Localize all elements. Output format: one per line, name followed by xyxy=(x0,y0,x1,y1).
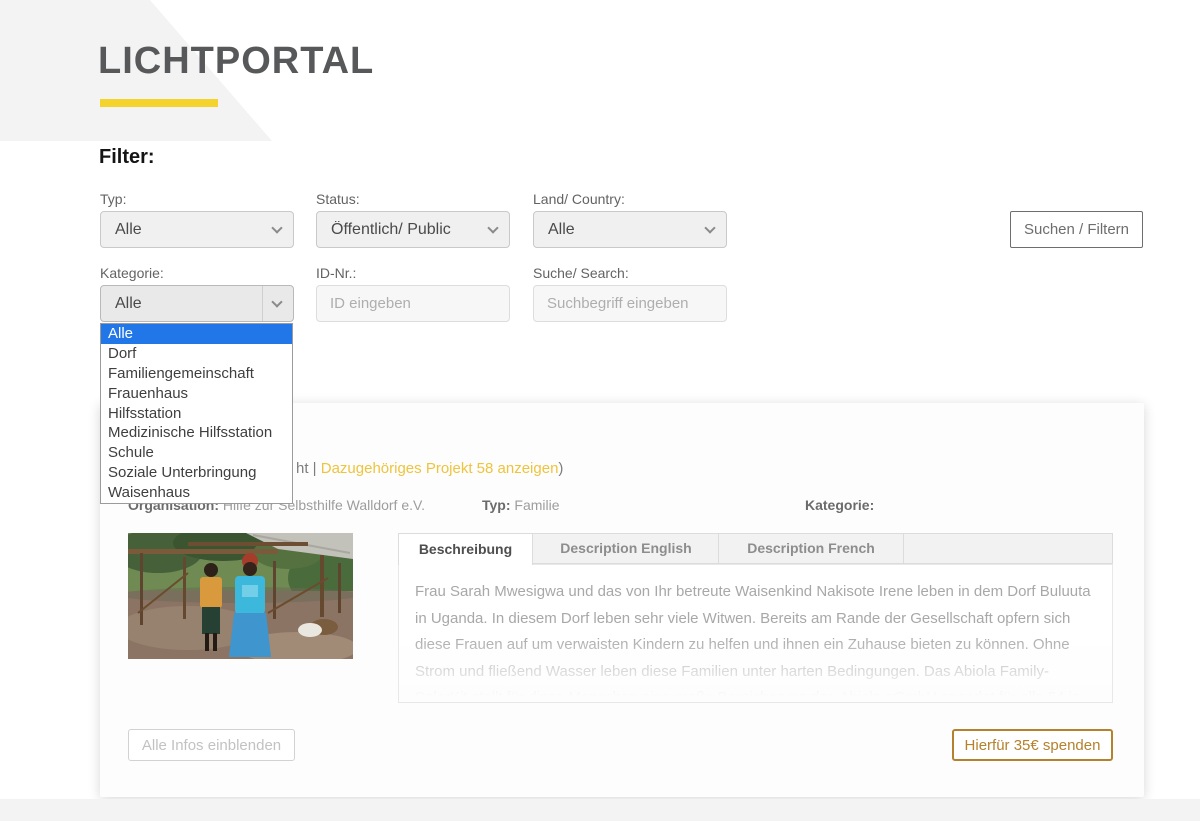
typ-select-value: Alle xyxy=(115,220,142,238)
typ-label: Typ: xyxy=(100,191,127,207)
suche-label: Suche/ Search: xyxy=(533,265,629,281)
typ-meta-label: Typ: xyxy=(482,497,511,513)
dropdown-option-dorf[interactable]: Dorf xyxy=(101,344,292,364)
id-input[interactable] xyxy=(316,285,510,322)
tab-beschreibung[interactable]: Beschreibung xyxy=(398,533,533,565)
dropdown-option-soziale-unterbringung[interactable]: Soziale Unterbringung xyxy=(101,463,292,483)
project-photo xyxy=(128,533,353,659)
chevron-down-icon xyxy=(271,221,283,234)
typ-meta-value: Familie xyxy=(514,497,560,513)
status-label: Status: xyxy=(316,191,360,207)
page-title: LICHTPORTAL xyxy=(98,40,375,82)
kategorie-select-value: Alle xyxy=(115,294,142,312)
description-text: Frau Sarah Mwesigwa und das von Ihr betr… xyxy=(415,583,1091,703)
land-select[interactable]: Alle xyxy=(533,211,727,248)
typ-select[interactable]: Alle xyxy=(100,211,294,248)
project-title: ht | Dazugehöriges Projekt 58 anzeigen) xyxy=(296,460,563,477)
kategorie-dropdown: Alle Dorf Familiengemeinschaft Frauenhau… xyxy=(100,323,293,505)
land-label: Land/ Country: xyxy=(533,191,625,207)
tab-description-french[interactable]: Description French xyxy=(719,534,904,563)
dropdown-option-schule[interactable]: Schule xyxy=(101,443,292,463)
kategorie-select[interactable]: Alle xyxy=(100,285,294,322)
kategorie-label: Kategorie: xyxy=(100,265,164,281)
kategorie-meta: Kategorie: xyxy=(805,497,878,513)
dropdown-option-frauenhaus[interactable]: Frauenhaus xyxy=(101,384,292,404)
tab-description-english[interactable]: Description English xyxy=(534,534,719,563)
chevron-down-icon xyxy=(704,221,716,234)
title-underline xyxy=(100,99,218,107)
dropdown-option-medizinische-hilfsstation[interactable]: Medizinische Hilfsstation xyxy=(101,423,292,443)
donate-button[interactable]: Hierfür 35€ spenden xyxy=(952,729,1113,761)
chevron-down-icon xyxy=(271,295,283,308)
land-select-value: Alle xyxy=(548,220,575,238)
bottom-strip xyxy=(0,799,1200,821)
select-divider xyxy=(262,286,263,321)
related-project-link[interactable]: Dazugehöriges Projekt 58 anzeigen xyxy=(321,460,559,477)
show-all-info-button[interactable]: Alle Infos einblenden xyxy=(128,729,295,761)
dropdown-option-alle[interactable]: Alle xyxy=(101,324,292,344)
project-title-suffix: ) xyxy=(558,460,564,477)
page: LICHTPORTAL Filter: Typ: Alle Status: Öf… xyxy=(0,0,1200,821)
dropdown-option-hilfsstation[interactable]: Hilfsstation xyxy=(101,404,292,424)
description-box: Frau Sarah Mwesigwa und das von Ihr betr… xyxy=(398,564,1113,703)
search-filter-button[interactable]: Suchen / Filtern xyxy=(1010,211,1143,248)
status-select[interactable]: Öffentlich/ Public xyxy=(316,211,510,248)
search-input[interactable] xyxy=(533,285,727,322)
dropdown-option-waisenhaus[interactable]: Waisenhaus xyxy=(101,483,292,503)
project-title-prefix: ht | xyxy=(296,460,321,477)
chevron-down-icon xyxy=(487,221,499,234)
kategorie-meta-label: Kategorie: xyxy=(805,497,875,513)
dropdown-option-familiengemeinschaft[interactable]: Familiengemeinschaft xyxy=(101,364,292,384)
status-select-value: Öffentlich/ Public xyxy=(331,220,451,238)
filter-heading: Filter: xyxy=(99,146,155,168)
id-label: ID-Nr.: xyxy=(316,265,357,281)
typ-meta: Typ: Familie xyxy=(482,497,560,513)
